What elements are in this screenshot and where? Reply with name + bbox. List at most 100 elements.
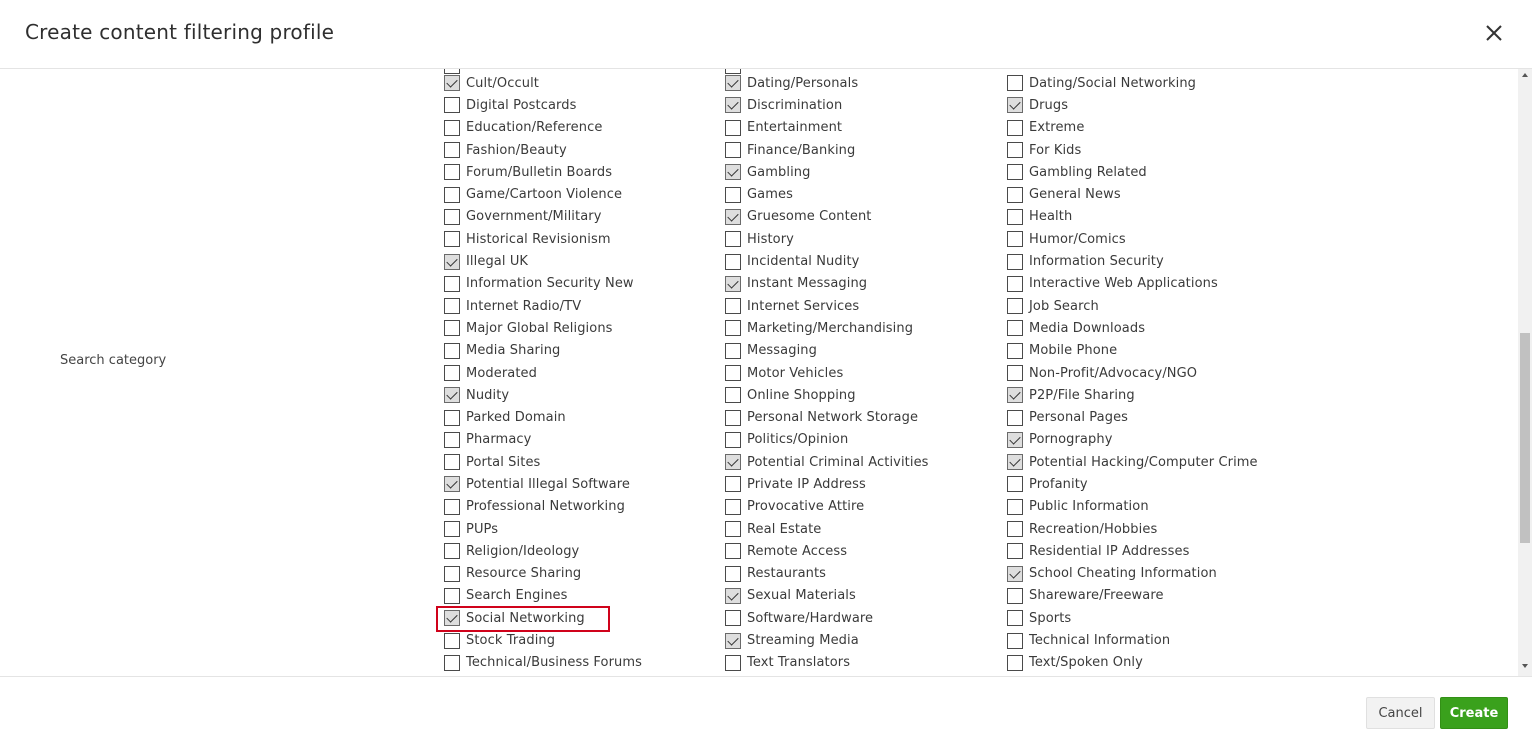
category-checkbox[interactable]	[725, 654, 741, 671]
category-checkbox[interactable]	[1007, 342, 1023, 359]
category-item[interactable]: Remote Access	[725, 540, 929, 562]
category-checkbox[interactable]	[725, 521, 741, 538]
category-checkbox[interactable]	[1007, 431, 1023, 448]
category-checkbox[interactable]	[444, 409, 460, 426]
category-item[interactable]: Gruesome Content	[725, 206, 929, 228]
category-checkbox[interactable]	[444, 119, 460, 136]
category-item[interactable]: Game/Cartoon Violence	[444, 183, 642, 205]
category-checkbox[interactable]	[1007, 565, 1023, 582]
category-checkbox[interactable]	[725, 387, 741, 404]
category-checkbox[interactable]	[725, 543, 741, 560]
category-item[interactable]: Stock Trading	[444, 629, 642, 651]
category-item[interactable]: School Cheating Information	[1007, 563, 1258, 585]
category-item[interactable]: Personal Pages	[1007, 406, 1258, 428]
category-checkbox[interactable]	[725, 298, 741, 315]
category-item[interactable]: Media Downloads	[1007, 317, 1258, 339]
category-checkbox[interactable]	[725, 75, 741, 92]
category-item[interactable]: Professional Networking	[444, 496, 642, 518]
category-item[interactable]: Cult/Occult	[444, 72, 642, 94]
category-item[interactable]: Sports	[1007, 607, 1258, 629]
category-checkbox[interactable]	[444, 298, 460, 315]
category-checkbox[interactable]	[444, 587, 460, 604]
category-checkbox[interactable]	[444, 97, 460, 114]
category-checkbox[interactable]	[444, 342, 460, 359]
category-checkbox[interactable]	[1007, 208, 1023, 225]
category-checkbox[interactable]	[444, 164, 460, 181]
category-item[interactable]: Internet Services	[725, 295, 929, 317]
category-checkbox[interactable]	[1007, 97, 1023, 114]
category-checkbox[interactable]	[725, 476, 741, 493]
category-item[interactable]: Streaming Media	[725, 629, 929, 651]
category-item[interactable]: Recreation/Hobbies	[1007, 518, 1258, 540]
category-item[interactable]: Games	[725, 183, 929, 205]
category-checkbox[interactable]	[444, 543, 460, 560]
category-checkbox[interactable]	[444, 320, 460, 337]
category-checkbox[interactable]	[1007, 654, 1023, 671]
category-checkbox[interactable]	[1007, 119, 1023, 136]
category-checkbox[interactable]	[725, 97, 741, 114]
category-item[interactable]: Religion/Ideology	[444, 540, 642, 562]
category-item[interactable]: Politics/Opinion	[725, 429, 929, 451]
category-checkbox[interactable]	[1007, 454, 1023, 471]
category-item[interactable]: Provocative Attire	[725, 496, 929, 518]
category-checkbox[interactable]	[725, 119, 741, 136]
scroll-down-arrow-icon[interactable]	[1522, 664, 1528, 668]
scroll-up-arrow-icon[interactable]	[1522, 73, 1528, 77]
category-checkbox[interactable]	[1007, 587, 1023, 604]
category-item[interactable]: Illegal UK	[444, 250, 642, 272]
category-item[interactable]: Gambling	[725, 161, 929, 183]
category-checkbox[interactable]	[444, 387, 460, 404]
category-checkbox[interactable]	[444, 253, 460, 270]
category-item[interactable]: Humor/Comics	[1007, 228, 1258, 250]
category-item[interactable]: History	[725, 228, 929, 250]
category-checkbox[interactable]	[444, 365, 460, 381]
category-checkbox[interactable]	[1007, 142, 1023, 159]
category-item[interactable]: Parked Domain	[444, 406, 642, 428]
category-checkbox[interactable]	[444, 498, 460, 515]
category-checkbox[interactable]	[725, 164, 741, 181]
category-item[interactable]: Potential Hacking/Computer Crime	[1007, 451, 1258, 473]
category-checkbox[interactable]	[725, 365, 741, 381]
category-item[interactable]: Marketing/Merchandising	[725, 317, 929, 339]
category-checkbox[interactable]	[725, 632, 741, 649]
category-checkbox[interactable]	[725, 253, 741, 270]
category-checkbox[interactable]	[444, 521, 460, 538]
category-checkbox[interactable]	[1007, 75, 1023, 92]
category-checkbox[interactable]	[725, 610, 741, 627]
vertical-scrollbar[interactable]	[1518, 69, 1532, 676]
category-item[interactable]: Mobile Phone	[1007, 340, 1258, 362]
category-item[interactable]: Entertainment	[725, 117, 929, 139]
category-item[interactable]: Digital Postcards	[444, 94, 642, 116]
category-checkbox[interactable]	[444, 454, 460, 471]
category-checkbox[interactable]	[444, 565, 460, 582]
category-item[interactable]: Resource Sharing	[444, 563, 642, 585]
category-item[interactable]: Extreme	[1007, 117, 1258, 139]
category-checkbox[interactable]	[1007, 365, 1023, 381]
category-checkbox[interactable]	[1007, 298, 1023, 315]
category-checkbox[interactable]	[444, 275, 460, 292]
category-checkbox[interactable]	[1007, 186, 1023, 203]
category-checkbox[interactable]	[725, 275, 741, 292]
scroll-thumb[interactable]	[1520, 333, 1530, 543]
category-checkbox[interactable]	[725, 431, 741, 448]
category-item[interactable]: P2P/File Sharing	[1007, 384, 1258, 406]
category-checkbox[interactable]	[1007, 164, 1023, 181]
category-checkbox[interactable]	[725, 409, 741, 426]
category-item[interactable]: Motor Vehicles	[725, 362, 929, 384]
create-button[interactable]: Create	[1440, 697, 1508, 729]
category-checkbox[interactable]	[1007, 409, 1023, 426]
category-checkbox[interactable]	[725, 342, 741, 359]
category-checkbox[interactable]	[444, 208, 460, 225]
category-item[interactable]: Potential Criminal Activities	[725, 451, 929, 473]
category-item[interactable]: For Kids	[1007, 139, 1258, 161]
category-item[interactable]: Messaging	[725, 340, 929, 362]
category-item[interactable]: Real Estate	[725, 518, 929, 540]
category-item[interactable]: Health	[1007, 206, 1258, 228]
category-checkbox[interactable]	[725, 498, 741, 515]
category-checkbox[interactable]	[1007, 387, 1023, 404]
category-checkbox[interactable]	[444, 75, 460, 92]
category-checkbox[interactable]	[444, 476, 460, 493]
category-checkbox[interactable]	[725, 208, 741, 225]
category-checkbox[interactable]	[1007, 231, 1023, 248]
category-item[interactable]: Forum/Bulletin Boards	[444, 161, 642, 183]
